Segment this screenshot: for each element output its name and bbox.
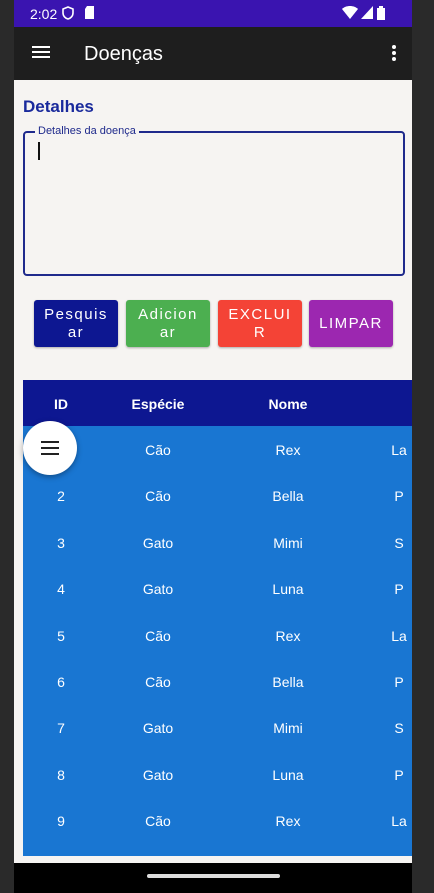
cell-id: 3 — [57, 534, 65, 551]
cell-nome: Mimi — [273, 534, 303, 551]
header-id: ID — [54, 396, 68, 412]
table-row[interactable]: 5 Cão Rex La — [23, 612, 412, 658]
cell-extra: La — [391, 627, 407, 644]
cell-id: 8 — [57, 766, 65, 783]
cell-id: 4 — [57, 581, 65, 598]
hamburger-menu-icon[interactable] — [32, 43, 52, 63]
page-title: Doenças — [84, 43, 163, 65]
cell-extra: S — [394, 720, 404, 737]
search-button[interactable]: Pesquisar — [34, 300, 118, 347]
floating-menu-button[interactable] — [23, 421, 77, 475]
header-especie: Espécie — [131, 396, 185, 412]
cell-extra: S — [394, 534, 404, 551]
cell-nome: Bella — [272, 488, 304, 505]
menu-icon — [41, 441, 59, 443]
cell-id: 5 — [57, 627, 65, 644]
cell-nome: Mimi — [273, 720, 303, 737]
sd-card-icon — [85, 6, 94, 19]
shield-icon — [62, 6, 74, 20]
cell-id: 7 — [57, 720, 65, 737]
diseases-table: ID Espécie Nome Cão Rex La 2 Cão Bella P 3 Gato M… — [23, 380, 412, 856]
table-row[interactable]: 4 Gato Luna P — [23, 565, 412, 611]
battery-icon — [377, 6, 385, 20]
cell-especie: Cão — [145, 442, 171, 458]
table-row[interactable]: 3 Gato Mimi S — [23, 519, 412, 565]
cell-id: 2 — [57, 488, 65, 505]
disease-details-field[interactable]: Detalhes da doença — [23, 125, 405, 276]
cell-extra: P — [394, 488, 404, 505]
cell-especie: Cão — [145, 627, 171, 644]
table-row[interactable]: 2 Cão Bella P — [23, 472, 412, 518]
cell-extra: La — [391, 442, 407, 458]
cell-nome: Luna — [272, 581, 304, 598]
cell-extra: P — [394, 766, 404, 783]
app-bar: Doenças — [14, 27, 412, 80]
cell-especie: Cão — [145, 813, 171, 830]
more-vert-icon[interactable] — [390, 43, 398, 63]
cell-especie: Gato — [142, 581, 174, 598]
wifi-icon — [342, 6, 358, 19]
cell-nome: Bella — [272, 674, 304, 690]
cell-extra: P — [394, 674, 404, 690]
cell-nome: Rex — [275, 442, 301, 458]
clear-button[interactable]: LIMPAR — [309, 300, 393, 347]
signal-icon — [361, 6, 373, 19]
field-label: Detalhes da doença — [35, 125, 139, 137]
add-button[interactable]: Adicionar — [126, 300, 210, 347]
cell-especie: Gato — [142, 534, 174, 551]
cell-especie: Gato — [142, 720, 174, 737]
cell-nome: Luna — [272, 766, 304, 783]
table-row[interactable]: 9 Cão Rex La — [23, 797, 412, 843]
table-row[interactable]: 6 Cão Bella P — [23, 658, 412, 704]
cell-extra: La — [391, 813, 407, 830]
cell-especie: Cão — [145, 674, 171, 690]
table-row[interactable]: 8 Gato Luna P — [23, 751, 412, 797]
header-nome: Nome — [268, 396, 308, 412]
cell-especie: Cão — [145, 488, 171, 505]
cell-especie: Gato — [142, 766, 174, 783]
status-time: 2:02 — [30, 6, 58, 22]
cell-nome: Rex — [275, 813, 301, 830]
table-row[interactable]: 7 Gato Mimi S — [23, 704, 412, 750]
text-cursor — [38, 142, 40, 160]
navigation-bar — [14, 863, 412, 893]
app-screen: 2:02 Doenças Detalhes Detalhes da doença… — [14, 0, 412, 893]
home-gesture-handle[interactable] — [147, 874, 280, 878]
table-row[interactable]: Cão Rex La — [23, 426, 412, 472]
cell-id: 9 — [57, 813, 65, 830]
details-heading: Detalhes — [23, 97, 94, 116]
cell-extra: P — [394, 581, 404, 598]
delete-button[interactable]: EXCLUIR — [218, 300, 302, 347]
table-header: ID Espécie Nome — [23, 380, 412, 426]
status-bar: 2:02 — [14, 0, 412, 27]
cell-id: 6 — [57, 674, 65, 690]
cell-nome: Rex — [275, 627, 301, 644]
